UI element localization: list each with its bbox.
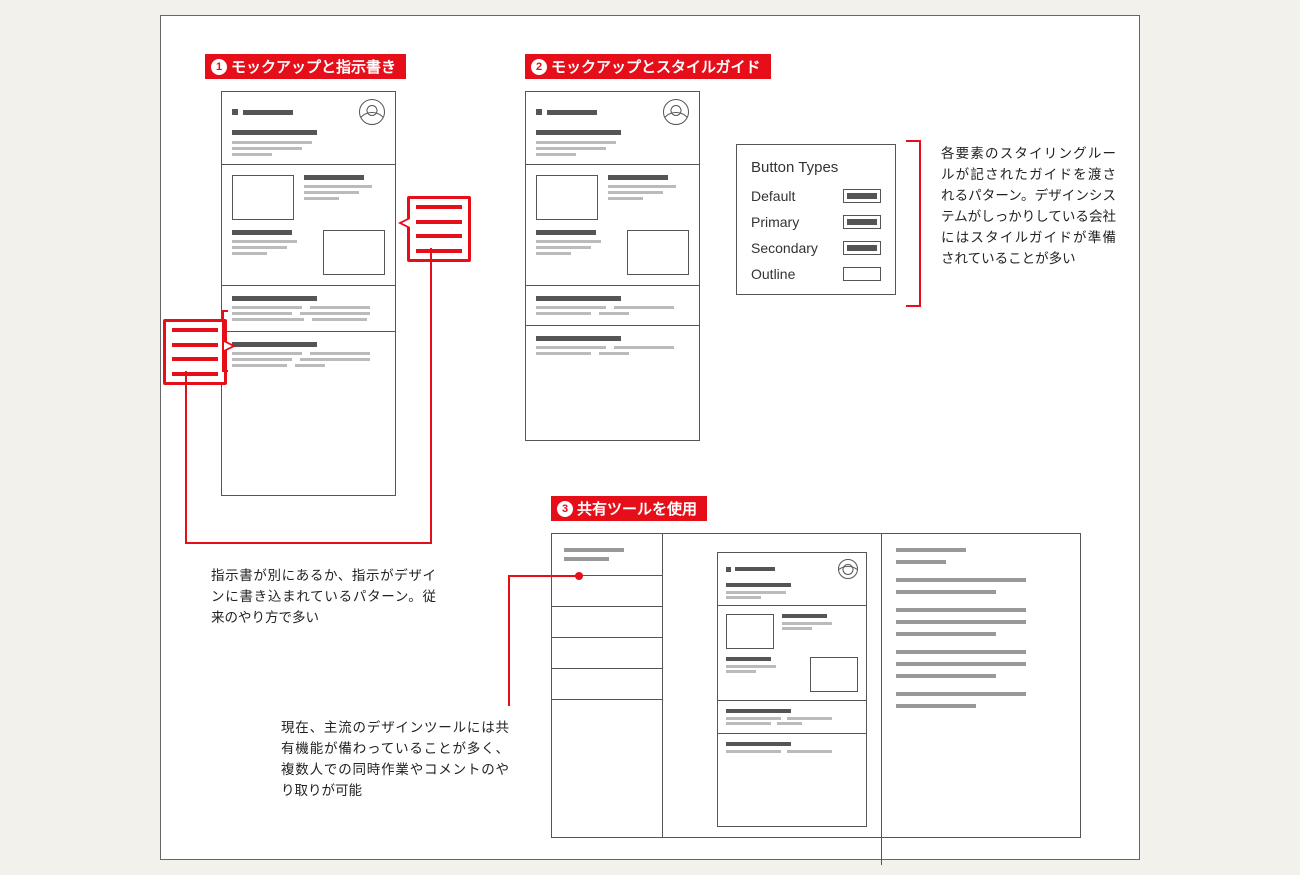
annotation-bubble-2 [163, 319, 227, 385]
text-block-target [222, 286, 395, 331]
styleguide-row-default: Default [751, 188, 881, 204]
page: 1 モックアップと指示書き [0, 0, 1300, 875]
label-1-text: モックアップと指示書き [231, 60, 396, 75]
image-placeholder [323, 230, 385, 275]
styleguide-row-label: Default [751, 188, 795, 204]
avatar-icon [663, 99, 689, 125]
button-sample-icon [843, 215, 881, 229]
button-sample-icon [843, 267, 881, 281]
image-placeholder [232, 175, 294, 220]
label-1: 1 モックアップと指示書き [205, 54, 406, 79]
annotation-bubble-1 [407, 196, 471, 262]
styleguide-title: Button Types [751, 159, 881, 176]
menu-icon [726, 567, 731, 572]
image-placeholder [536, 175, 598, 220]
styleguide-row-label: Primary [751, 214, 799, 230]
label-3-number-icon: 3 [557, 501, 573, 517]
diagram-frame: 1 モックアップと指示書き [160, 15, 1140, 860]
image-placeholder [627, 230, 689, 275]
avatar-icon [359, 99, 385, 125]
button-sample-icon [843, 189, 881, 203]
menu-icon [232, 109, 238, 115]
caption-2: 各要素のスタイリングルールが記されたガイドを渡されるパターン。デザインシステムが… [941, 144, 1116, 270]
label-3: 3 共有ツールを使用 [551, 496, 707, 521]
styleguide-row-label: Outline [751, 266, 795, 282]
design-tool-frame [551, 533, 1081, 838]
styleguide-row-primary: Primary [751, 214, 881, 230]
label-2: 2 モックアップとスタイルガイド [525, 54, 771, 79]
label-1-number-icon: 1 [211, 59, 227, 75]
styleguide-card: Button Types Default Primary Secondary O… [736, 144, 896, 295]
embedded-mockup [717, 552, 867, 827]
mockup-1 [221, 91, 396, 496]
styleguide-row-label: Secondary [751, 240, 818, 256]
menu-icon [536, 109, 542, 115]
logo-placeholder [243, 110, 293, 115]
button-sample-icon [843, 241, 881, 255]
caption-1: 指示書が別にあるか、指示がデザインに書き込まれているパターン。従来のやり方で多い [211, 566, 436, 629]
label-2-number-icon: 2 [531, 59, 547, 75]
caption-3: 現在、主流のデザインツールには共有機能が備わっていることが多く、複数人での同時作… [281, 718, 509, 802]
styleguide-row-secondary: Secondary [751, 240, 881, 256]
label-2-text: モックアップとスタイルガイド [551, 60, 761, 75]
avatar-icon [838, 559, 858, 579]
label-3-text: 共有ツールを使用 [577, 502, 697, 517]
mockup-2 [525, 91, 700, 441]
logo-placeholder [547, 110, 597, 115]
styleguide-row-outline: Outline [751, 266, 881, 282]
